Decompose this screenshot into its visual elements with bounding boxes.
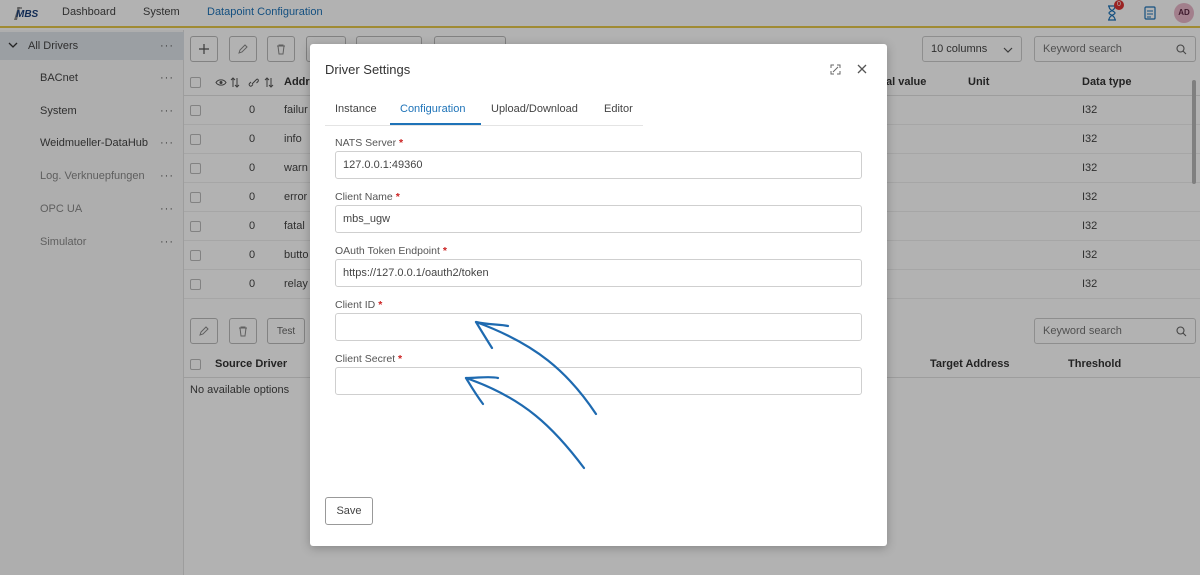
dialog-title: Driver Settings xyxy=(325,62,411,77)
client-name-input[interactable] xyxy=(335,205,862,233)
tab-upload-download[interactable]: Upload/Download xyxy=(491,103,578,115)
oauth-endpoint-input[interactable] xyxy=(335,259,862,287)
tab-configuration[interactable]: Configuration xyxy=(400,103,465,115)
driver-settings-dialog: Driver Settings Instance Configuration U… xyxy=(310,44,887,546)
dialog-tabs: Instance Configuration Upload/Download E… xyxy=(325,96,643,126)
client-secret-label: Client Secret * xyxy=(335,353,403,365)
close-icon[interactable] xyxy=(856,63,868,75)
save-button[interactable]: Save xyxy=(325,497,373,525)
active-tab-indicator xyxy=(390,123,481,125)
expand-icon[interactable] xyxy=(830,64,841,75)
oauth-endpoint-label: OAuth Token Endpoint * xyxy=(335,245,447,257)
nats-server-input[interactable] xyxy=(335,151,862,179)
client-id-input[interactable] xyxy=(335,313,862,341)
client-name-label: Client Name * xyxy=(335,191,400,203)
tab-editor[interactable]: Editor xyxy=(604,103,633,115)
tab-instance[interactable]: Instance xyxy=(335,103,377,115)
client-id-label: Client ID * xyxy=(335,299,383,311)
nats-server-label: NATS Server * xyxy=(335,137,404,149)
client-secret-input[interactable] xyxy=(335,367,862,395)
